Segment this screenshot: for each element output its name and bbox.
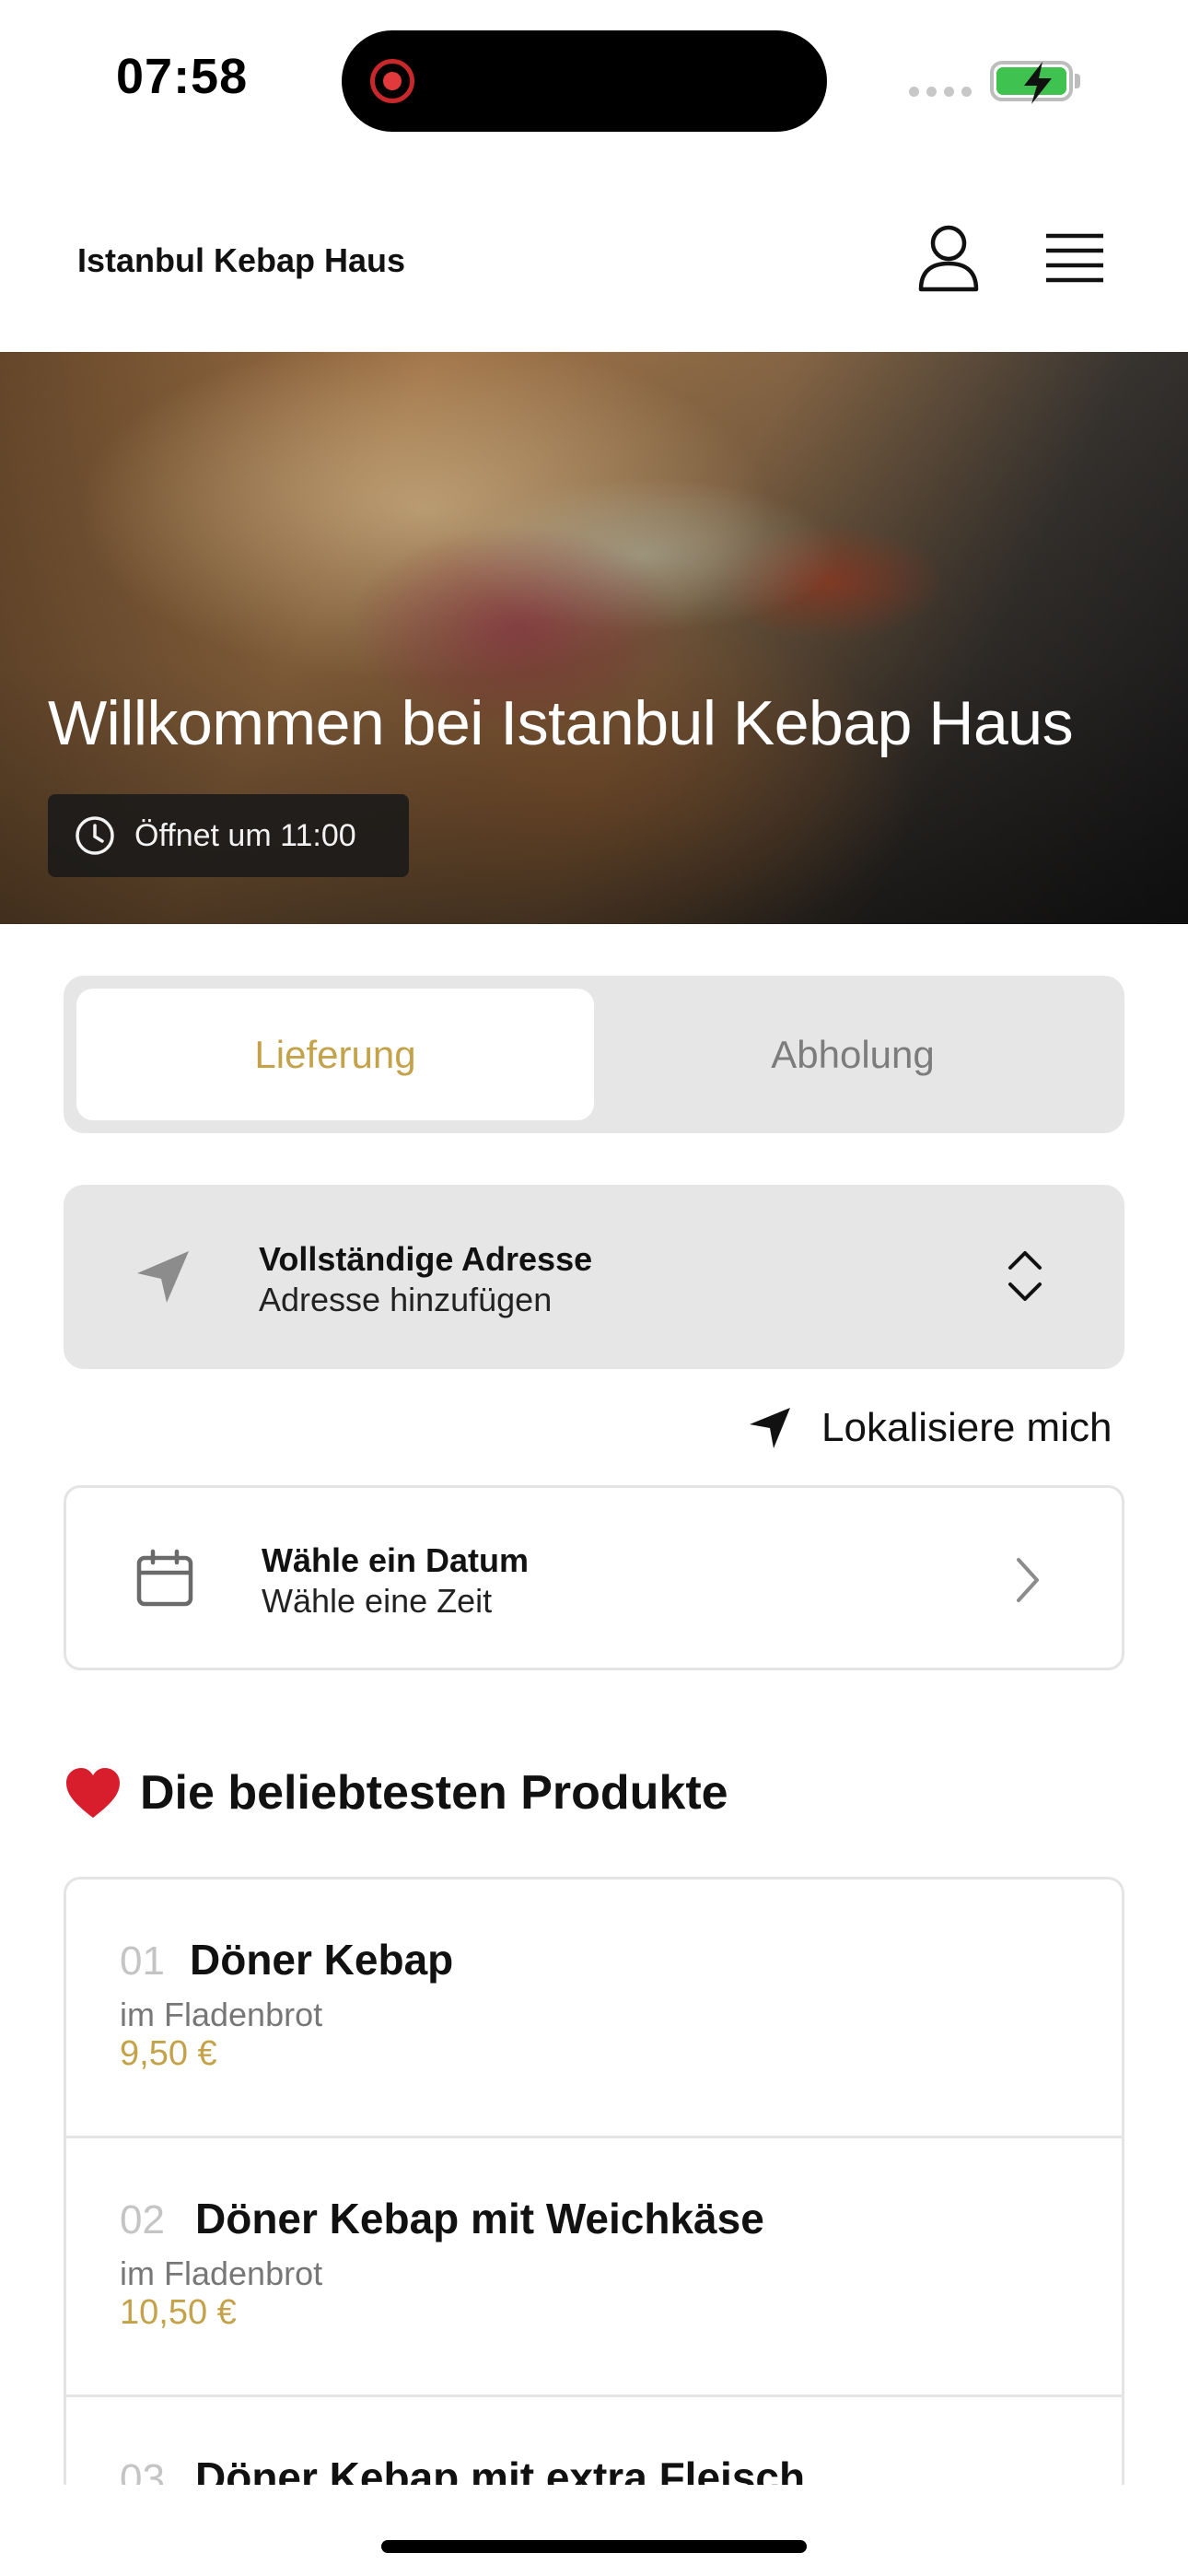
product-rank: 01 (120, 1938, 165, 1984)
address-selector[interactable]: Vollständige Adresse Adresse hinzufügen (64, 1185, 1124, 1369)
order-mode-toggle: Lieferung Abholung (64, 976, 1124, 1133)
product-name: Döner Kebap mit extra Fleisch (195, 2453, 806, 2485)
product-price: 10,50 € (120, 2293, 237, 2332)
hero-banner: Willkommen bei Istanbul Kebap Haus Öffne… (0, 352, 1188, 924)
product-rank: 03 (120, 2456, 165, 2485)
status-bar: 07:58 (0, 0, 1188, 157)
clock-icon (76, 816, 114, 855)
home-indicator[interactable] (381, 2540, 807, 2553)
opening-hours-badge: Öffnet um 11:00 (48, 794, 409, 877)
product-item[interactable]: 03 Döner Kebap mit extra Fleisch (66, 2397, 1122, 2485)
product-item[interactable]: 02 Döner Kebap mit Weichkäse im Fladenbr… (66, 2138, 1122, 2397)
chevron-right-icon (1017, 1558, 1039, 1602)
profile-icon (918, 225, 979, 292)
opening-hours-text: Öffnet um 11:00 (134, 817, 356, 853)
recording-indicator-icon (370, 59, 414, 103)
date-time-selector[interactable]: Wähle ein Datum Wähle eine Zeit (64, 1485, 1124, 1670)
navigation-arrow-icon (137, 1251, 189, 1303)
battery-charging-icon (990, 61, 1073, 104)
signal-icon (909, 87, 972, 97)
address-title: Vollständige Adresse (259, 1240, 593, 1278)
app-header: Istanbul Kebap Haus (0, 157, 1188, 352)
time-subtitle: Wähle eine Zeit (262, 1582, 493, 1620)
location-arrow-icon (750, 1408, 790, 1448)
dynamic-island (342, 30, 827, 132)
product-price: 9,50 € (120, 2034, 217, 2073)
brand-name[interactable]: Istanbul Kebap Haus (77, 241, 405, 280)
tab-pickup[interactable]: Abholung (594, 989, 1112, 1120)
hero-title: Willkommen bei Istanbul Kebap Haus (48, 688, 1074, 758)
address-subtitle: Adresse hinzufügen (259, 1281, 553, 1318)
menu-button[interactable] (1042, 230, 1107, 286)
hamburger-menu-icon (1046, 233, 1103, 283)
product-name: Döner Kebap (190, 1936, 454, 1984)
product-description: im Fladenbrot (120, 2254, 323, 2292)
up-down-chevron-icon (1008, 1251, 1042, 1301)
product-description: im Fladenbrot (120, 1996, 323, 2033)
calendar-icon (136, 1549, 193, 1607)
product-list: 01 Döner Kebap im Fladenbrot 9,50 € 02 D… (64, 1877, 1124, 2485)
product-rank: 02 (120, 2197, 165, 2242)
date-title: Wähle ein Datum (262, 1541, 530, 1579)
popular-products-heading: Die beliebtesten Produkte (64, 1765, 728, 1821)
battery-cap (1075, 74, 1080, 88)
profile-button[interactable] (915, 223, 982, 293)
product-item[interactable]: 01 Döner Kebap im Fladenbrot 9,50 € (66, 1879, 1122, 2138)
product-name: Döner Kebap mit Weichkäse (195, 2195, 764, 2242)
locate-me-label: Lokalisiere mich (821, 1405, 1112, 1450)
tab-delivery[interactable]: Lieferung (76, 989, 594, 1120)
popular-products-title: Die beliebtesten Produkte (140, 1766, 728, 1820)
heart-icon (66, 1768, 120, 1818)
status-time: 07:58 (116, 49, 249, 104)
locate-me-button[interactable]: Lokalisiere mich (748, 1399, 1112, 1458)
